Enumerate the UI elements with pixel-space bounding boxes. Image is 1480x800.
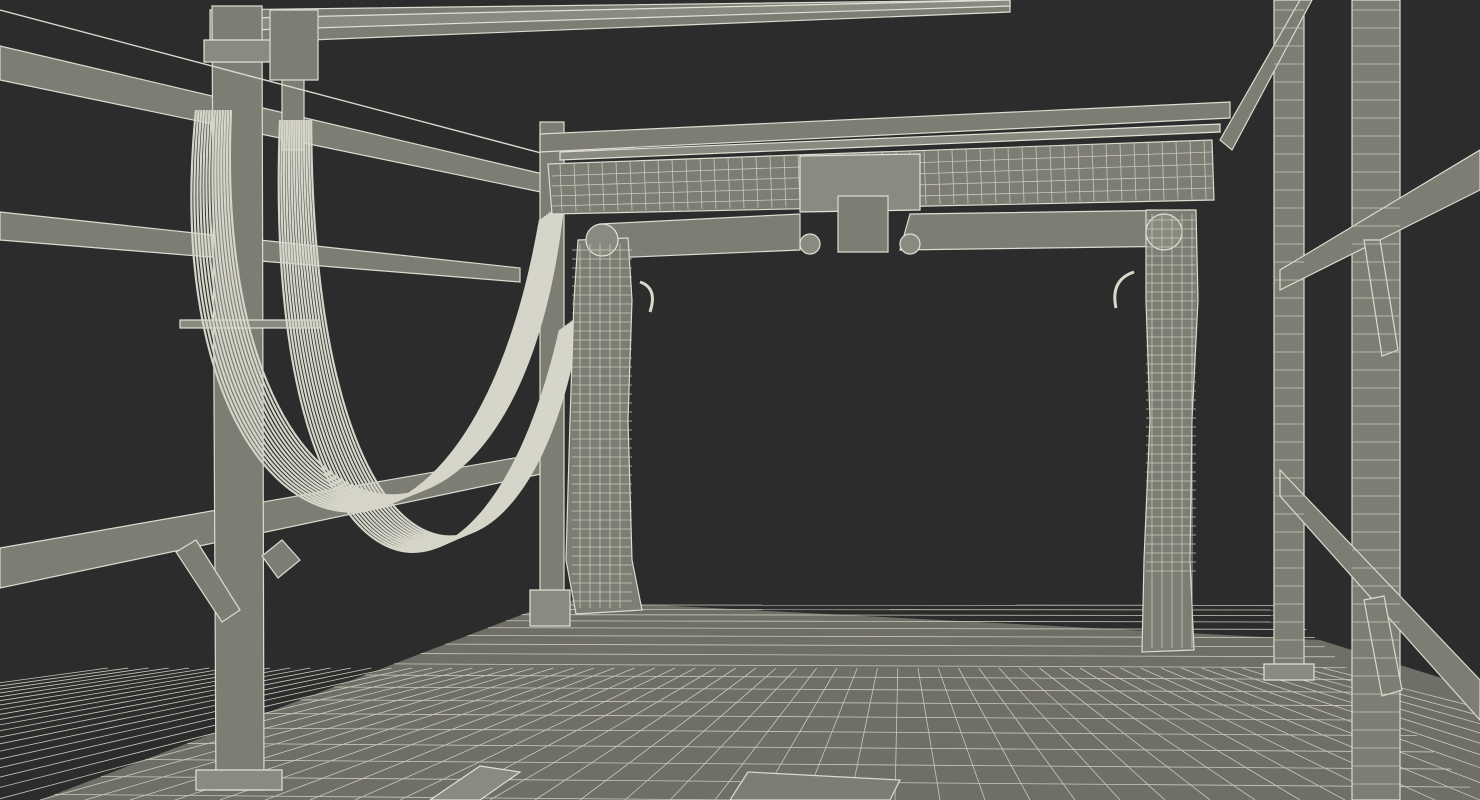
wireframe-gantry-robot-scene xyxy=(0,0,1480,800)
render-viewport xyxy=(0,0,1480,800)
gantry-crane xyxy=(539,101,1231,653)
